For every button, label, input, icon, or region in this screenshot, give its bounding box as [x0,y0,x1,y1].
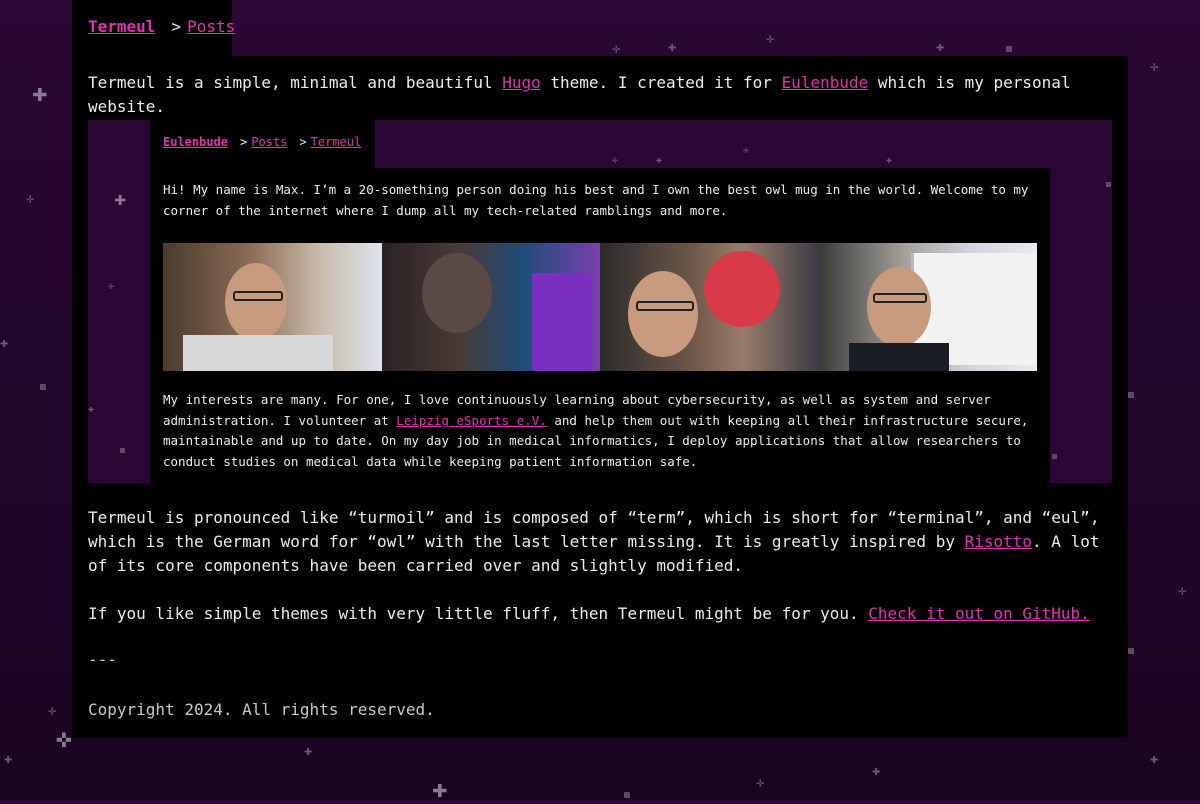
face-shape [225,263,287,341]
breadcrumb-posts-link[interactable]: Posts [187,17,235,36]
star-icon: ✛ [756,775,765,791]
star-icon: ✛ [743,145,750,156]
head-shape [421,253,492,333]
star-icon [1128,648,1134,654]
risotto-link[interactable]: Risotto [965,532,1032,551]
star-icon: ✛ [612,155,619,166]
breadcrumb: Termeul > Posts [88,17,235,37]
shirt-shape [848,343,949,371]
preview-photo-strip [163,243,1037,371]
theme-preview-screenshot: ✚ ✛ ✚ ✛ ✚ ✛ ✚ Eulenbude > Posts > Termeul Hi… [88,120,1112,483]
preview-breadcrumb-home-link: Eulenbude [163,135,229,149]
star-icon: ✛ [766,31,775,47]
glasses-shape [233,291,283,301]
star-icon: ✚ [114,186,127,210]
star-icon [40,384,46,390]
star-icon: ✜ [56,724,72,754]
intro-paragraph: Termeul is a simple, minimal and beautif… [88,71,1112,119]
preview-breadcrumb-posts-link: Posts [251,135,288,149]
pronunciation-text: Termeul is pronounced like “turmoil” and… [88,508,1100,551]
cta-paragraph: If you like simple themes with very litt… [88,602,1112,626]
star-icon: ✚ [32,78,48,108]
star-icon: ✛ [108,281,115,292]
star-icon: ✚ [668,39,677,55]
intro-text: theme. I created it for [540,73,782,92]
star-icon: ✚ [4,751,13,767]
github-link[interactable]: Check it out on GitHub. [868,604,1090,623]
preview-photo [600,243,819,371]
star-icon: ✚ [936,39,945,55]
preview-photo [818,243,1037,371]
preview-breadcrumb: Eulenbude > Posts > Termeul [163,134,361,150]
face-shape [866,267,931,347]
star-icon: ✚ [872,763,881,779]
star-icon: ✛ [1178,583,1187,599]
preview-photo [381,243,600,371]
divider: --- [88,650,117,669]
pronunciation-paragraph: Termeul is pronounced like “turmoil” and… [88,506,1112,578]
star-icon [1052,454,1057,459]
star-icon: ✚ [886,155,893,166]
star-icon: ✚ [656,155,663,166]
face-shape [628,271,698,357]
star-icon: ✛ [48,703,57,719]
hugo-link[interactable]: Hugo [502,73,541,92]
star-icon [1106,182,1111,187]
glasses-shape [636,301,694,311]
star-icon: ✚ [432,774,448,804]
star-icon: ✛ [1150,59,1159,75]
preview-intro-text: Hi! My name is Max. I’m a 20-something p… [163,182,1029,218]
eulenbude-link[interactable]: Eulenbude [782,73,869,92]
shirt-shape [183,335,333,371]
breadcrumb-home-link[interactable]: Termeul [88,17,155,36]
star-icon [1006,46,1012,52]
glasses-shape [872,293,927,303]
star-icon [1128,392,1134,398]
preview-leipzig-esports-link: Leipzig eSports e.V. [396,412,547,428]
star-icon: ✛ [612,41,621,57]
star-icon: ✚ [88,404,95,415]
preview-breadcrumb-current-link: Termeul [310,135,362,149]
preview-interests-text: My interests are many. For one, I love c… [163,390,1043,472]
star-icon: ✚ [304,743,313,759]
drum-shape [704,251,780,327]
star-icon: ✚ [0,335,9,351]
breadcrumb-separator: > [171,17,182,36]
copyright-footer: Copyright 2024. All rights reserved. [88,700,435,719]
preview-breadcrumb-separator: > [240,135,248,149]
star-icon [624,792,630,798]
star-icon: ✚ [1150,751,1159,767]
preview-breadcrumb-separator: > [299,135,307,149]
star-icon [120,448,125,453]
preview-photo [163,243,382,371]
screen-shape [531,273,592,371]
star-icon: ✛ [26,191,35,207]
cta-text: If you like simple themes with very litt… [88,604,869,623]
intro-text: Termeul is a simple, minimal and beautif… [88,73,503,92]
